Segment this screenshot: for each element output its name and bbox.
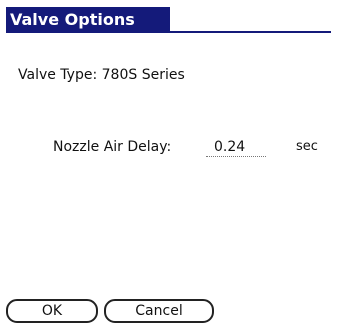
valve-type-value: 780S Series — [101, 67, 185, 83]
title-bar: Valve Options — [6, 7, 331, 33]
delay-unit-label: sec — [296, 139, 318, 154]
dialog-title: Valve Options — [6, 7, 170, 33]
valve-type-row: Valve Type: 780S Series — [18, 67, 185, 83]
nozzle-air-delay-field[interactable] — [206, 137, 266, 157]
cancel-button[interactable]: Cancel — [104, 299, 214, 323]
ok-button[interactable]: OK — [6, 299, 98, 323]
valve-type-label: Valve Type: — [18, 67, 98, 83]
nozzle-air-delay-label: Nozzle Air Delay: — [53, 139, 172, 155]
valve-options-dialog: Valve Options Valve Type: 780S Series No… — [6, 7, 331, 326]
